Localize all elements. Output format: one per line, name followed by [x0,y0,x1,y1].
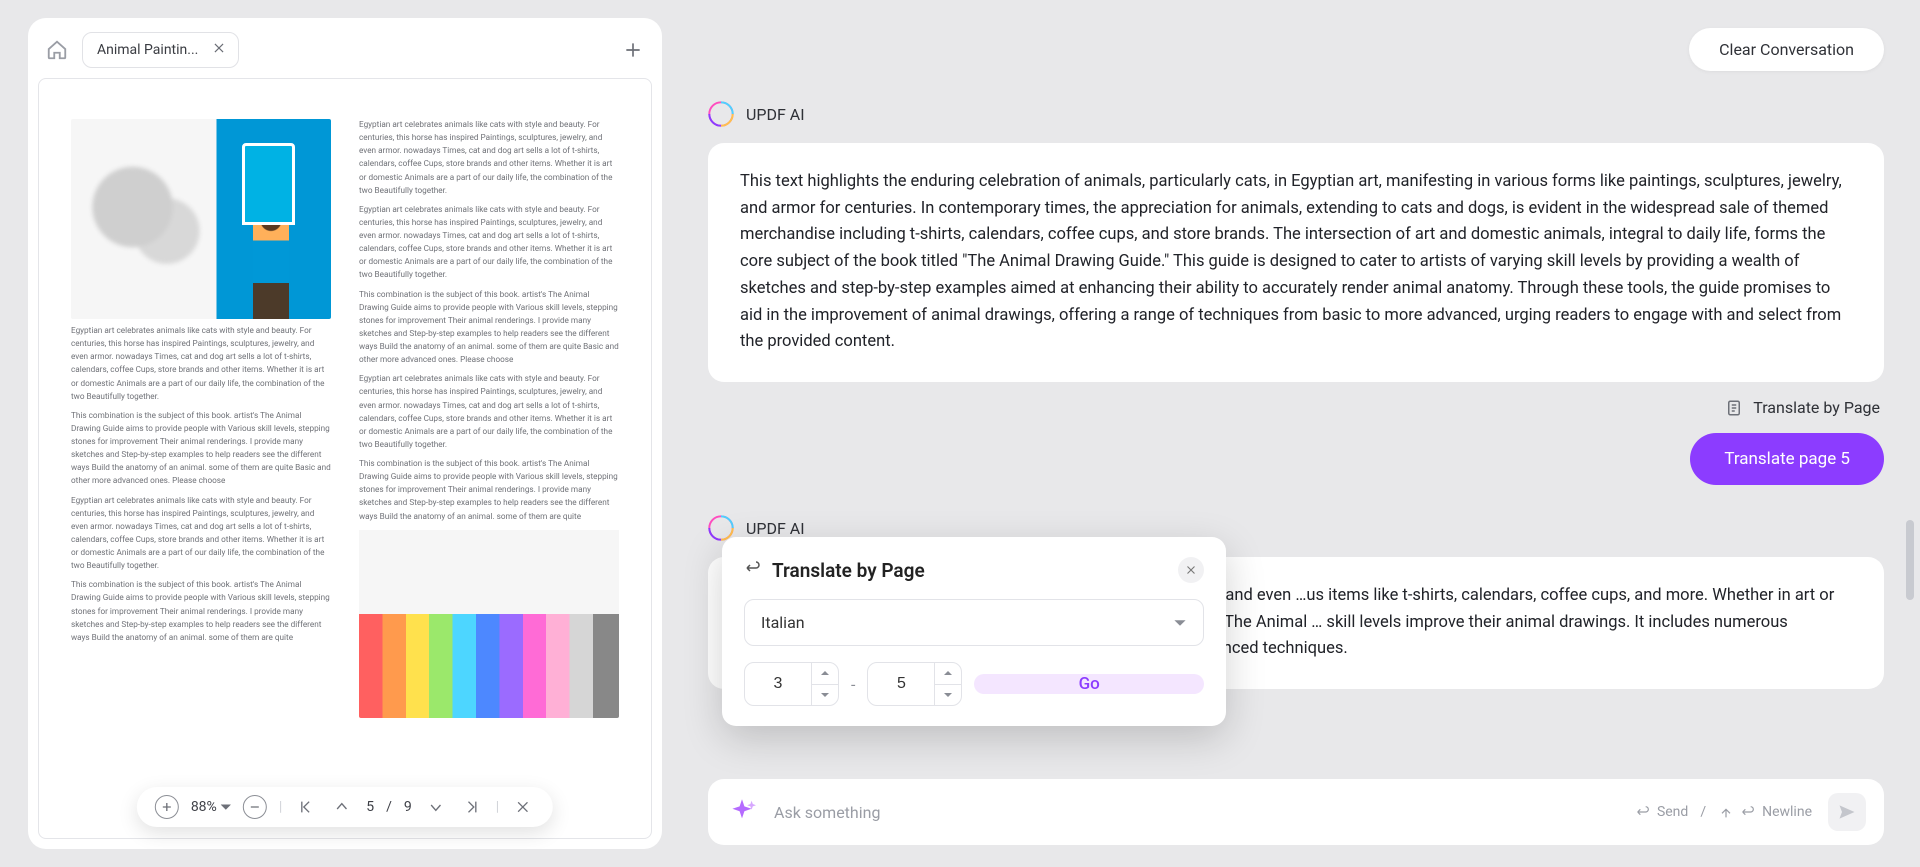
home-icon [46,39,68,61]
home-button[interactable] [42,35,72,65]
page-paragraph: Egyptian art celebrates animals like cat… [71,495,331,574]
page-paragraph: Egyptian art celebrates animals like cat… [359,373,619,452]
file-tab[interactable]: Animal Paintin... [82,32,239,68]
minus-icon [247,799,263,815]
document-page: Egyptian art celebrates animals like cat… [38,78,652,839]
page-paragraph: Egyptian art celebrates animals like cat… [359,119,619,198]
new-tab-button[interactable] [618,35,648,65]
step-down-button[interactable] [812,685,838,706]
file-tab-label: Animal Paintin... [97,42,198,58]
page-paragraph: This combination is the subject of this … [359,458,619,524]
return-icon [744,559,762,582]
page-image-pencils [359,530,619,718]
page-to-field[interactable] [867,662,962,706]
zoom-level[interactable]: 88% [191,799,231,815]
prompt-hints: Send / Newline [1635,804,1812,820]
zoom-in-button[interactable] [155,795,179,819]
enter-key-icon [1635,804,1651,820]
next-page-button[interactable] [424,795,448,819]
document-panel: Animal Paintin... Egyptian art celebrate… [0,0,680,867]
go-button[interactable]: Go [974,674,1204,694]
language-value: Italian [761,613,805,632]
chevron-down-icon [820,690,830,700]
page-paragraph: This combination is the subject of this … [71,579,331,645]
chat-header: Clear Conversation [708,28,1884,71]
close-icon [1185,564,1197,576]
prompt-input[interactable]: Ask something [774,803,1619,822]
page-viewport[interactable]: Egyptian art celebrates animals like cat… [28,68,662,849]
range-dash: - [851,675,855,694]
page-paragraph: Egyptian art celebrates animals like cat… [359,204,619,283]
translate-popover: Translate by Page Italian - [722,537,1226,726]
chevron-up-icon [820,668,830,678]
updf-logo-icon [708,101,734,127]
page-column-right: Egyptian art celebrates animals like cat… [359,119,619,758]
clear-conversation-button[interactable]: Clear Conversation [1689,28,1884,71]
close-icon [212,41,226,55]
sparkle-icon [726,796,758,828]
page-current[interactable]: 5 [366,799,374,815]
scrollbar-thumb[interactable] [1906,520,1914,600]
plus-icon [159,799,175,815]
page-range-row: - Go [744,662,1204,706]
prompt-bar: Ask something Send / Newline [708,779,1884,845]
document-frame: Animal Paintin... Egyptian art celebrate… [28,18,662,849]
page-image-elephant [71,119,331,319]
popover-title: Translate by Page [772,559,925,582]
shift-enter-icon [1718,804,1734,820]
document-icon [1725,399,1743,417]
step-up-button[interactable] [935,663,961,685]
close-tab-button[interactable] [212,41,226,59]
chevron-first-icon [298,799,314,815]
page-from-input[interactable] [745,663,811,705]
second-bubble-area: …uty. For centuries, this has inspired p… [708,557,1884,689]
translate-by-page-row[interactable]: Translate by Page [708,398,1884,417]
page-paragraph: This combination is the subject of this … [71,410,331,489]
page-paragraph: This combination is the subject of this … [359,289,619,368]
first-page-button[interactable] [294,795,318,819]
step-down-button[interactable] [935,685,961,706]
zoom-out-button[interactable] [243,795,267,819]
chevron-up-icon [943,668,953,678]
page-to-stepper[interactable] [934,663,961,705]
close-popover-button[interactable] [1178,557,1204,583]
chevron-down-icon [943,690,953,700]
ai-response-text: This text highlights the enduring celebr… [740,172,1842,351]
chevron-down-icon [428,799,444,815]
page-to-input[interactable] [868,663,934,705]
send-button[interactable] [1828,793,1866,831]
page-total: 9 [404,799,412,815]
page-toolbar: 88% | 5 / 9 | [137,787,553,827]
chat-panel: Clear Conversation UPDF AI This text hig… [680,0,1920,867]
close-toolbar-button[interactable] [511,795,535,819]
send-icon [1837,802,1857,822]
chevron-up-icon [334,799,350,815]
last-page-button[interactable] [460,795,484,819]
ai-response-bubble: This text highlights the enduring celebr… [708,143,1884,382]
step-up-button[interactable] [812,663,838,685]
translate-page-button[interactable]: Translate page 5 [1690,433,1884,485]
ai-sender-label: UPDF AI [708,101,1884,127]
page-paragraph: Egyptian art celebrates animals like cat… [71,325,331,404]
enter-key-icon [1740,804,1756,820]
chevron-last-icon [464,799,480,815]
page-column-left: Egyptian art celebrates animals like cat… [71,119,331,758]
close-icon [515,799,531,815]
page-from-field[interactable] [744,662,839,706]
chevron-down-icon [1173,616,1187,630]
tab-bar: Animal Paintin... [28,18,662,68]
prev-page-button[interactable] [330,795,354,819]
chevron-down-icon [221,802,231,812]
language-select[interactable]: Italian [744,599,1204,646]
plus-icon [623,40,643,60]
page-separator: / [386,799,392,815]
page-from-stepper[interactable] [811,663,838,705]
